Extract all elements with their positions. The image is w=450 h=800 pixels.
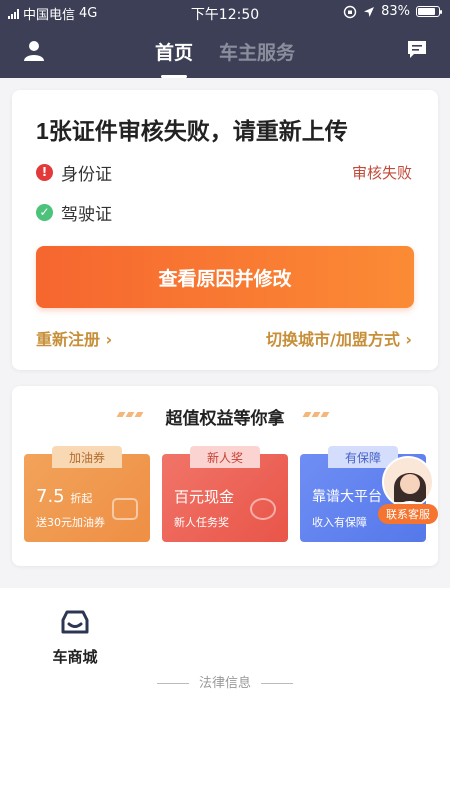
- app-header: 中国电信 4G 下午12:50 83% 首页 车主服务: [0, 0, 450, 78]
- customer-service-label: 联系客服: [378, 504, 438, 524]
- tab-owner-services[interactable]: 车主服务: [219, 38, 295, 65]
- title-decoration-right: [302, 412, 330, 417]
- coupon-tag: 加油券: [52, 446, 122, 468]
- coupon-main: 靠谱大平台: [312, 489, 382, 505]
- top-nav: 首页 车主服务: [0, 26, 450, 78]
- check-icon: ✓: [36, 203, 53, 221]
- battery-percent: 83%: [381, 4, 410, 19]
- verification-card: 1张证件审核失败，请重新上传 ! 身份证 审核失败 ✓ 驾驶证 查看原因并修改 …: [12, 90, 438, 370]
- coupon-sub: 送30元加油券: [36, 516, 105, 529]
- legal-info-label: 法律信息: [198, 676, 251, 691]
- legal-info[interactable]: 法律信息: [0, 672, 450, 691]
- re-register-link[interactable]: 重新注册 ›: [36, 326, 112, 350]
- nav-tabs: 首页 车主服务: [0, 38, 450, 78]
- orientation-lock-icon: [343, 5, 357, 18]
- switch-city-link[interactable]: 切换城市/加盟方式 ›: [266, 326, 412, 350]
- verification-headline: 1张证件审核失败，请重新上传: [36, 118, 348, 144]
- benefits-title: 超值权益等你拿: [165, 409, 285, 429]
- money-bag-icon: [250, 498, 276, 520]
- coupon-sub: 收入有保障: [312, 516, 367, 529]
- id-card-status: 审核失败: [351, 164, 412, 182]
- driver-license-row: ✓ 驾驶证: [36, 200, 112, 225]
- view-reason-button[interactable]: 查看原因并修改: [36, 246, 414, 308]
- battery-icon: [416, 6, 442, 17]
- coupon-fuel[interactable]: 加油券 7.5 折起 送30元加油券: [24, 446, 150, 542]
- error-icon: !: [36, 163, 53, 181]
- benefits-card: 超值权益等你拿 加油券 7.5 折起 送30元加油券 新人奖 百元现金 新人任务…: [12, 386, 438, 566]
- coupon-main: 7.5 折起: [36, 486, 92, 507]
- coupon-main: 百元现金: [174, 488, 235, 506]
- agent-avatar-image: [394, 473, 426, 506]
- divider: [261, 683, 293, 684]
- message-icon[interactable]: [406, 40, 428, 60]
- driver-license-label: 驾驶证: [61, 204, 112, 225]
- car-mall-label: 车商城: [52, 648, 98, 666]
- id-card-row: ! 身份证: [36, 160, 112, 185]
- status-bar: 中国电信 4G 下午12:50 83%: [0, 0, 450, 26]
- coupon-main-suffix: 折起: [70, 492, 93, 505]
- coupon-main-value: 7.5: [36, 486, 65, 507]
- location-icon: [364, 6, 375, 17]
- battery-fill: [418, 8, 435, 15]
- id-card-label: 身份证: [61, 164, 112, 185]
- divider: [156, 683, 189, 684]
- status-right: 83%: [343, 4, 442, 19]
- ticket-icon: [112, 498, 138, 520]
- coupon-tag: 新人奖: [190, 446, 260, 468]
- car-mall-shortcut[interactable]: 车商城: [40, 604, 110, 666]
- customer-service-button[interactable]: 联系客服: [378, 456, 438, 528]
- coupon-newcomer[interactable]: 新人奖 百元现金 新人任务奖: [162, 446, 288, 542]
- coupon-sub: 新人任务奖: [174, 516, 229, 529]
- car-icon: [61, 610, 89, 634]
- tab-home[interactable]: 首页: [155, 38, 193, 78]
- agent-avatar: [382, 456, 434, 508]
